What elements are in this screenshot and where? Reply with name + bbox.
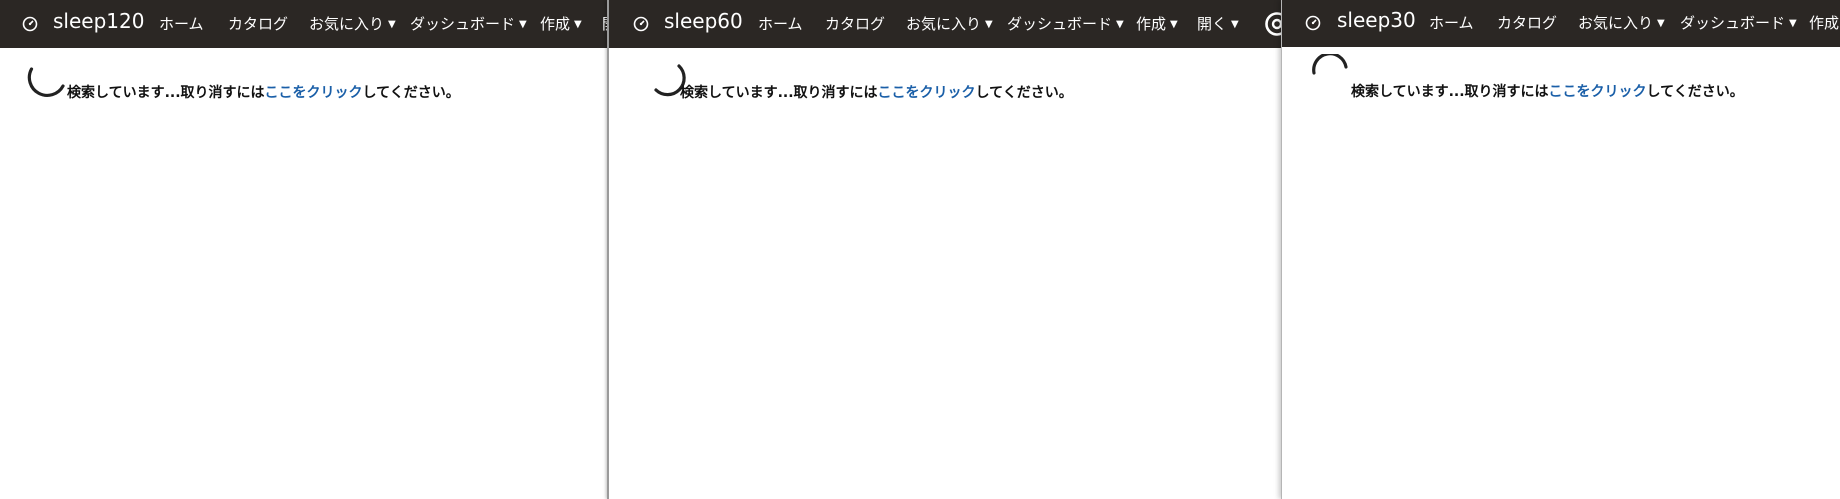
nav-home[interactable]: ホーム [758, 13, 803, 34]
nav-dashboard-menu[interactable]: ダッシュボード ▼ [1680, 12, 1797, 33]
nav-create-menu[interactable]: 作成 [1809, 12, 1839, 33]
app-title[interactable]: sleep120 [53, 9, 144, 33]
nav-create-label: 作成 [1136, 15, 1167, 33]
cancel-search-link[interactable]: ここをクリック [878, 85, 976, 101]
navbar: sleep120 ホーム カタログ お気に入り▼ ダッシュボード▼ 作成▼ 開 [0, 0, 609, 48]
caret-down-icon: ▼ [985, 19, 993, 30]
nav-favorites-menu[interactable]: お気に入り ▼ [906, 13, 993, 34]
search-status-message: 検索しています...取り消すにはここをクリックしてください。 [680, 82, 1073, 102]
loading-spinner-icon [27, 67, 65, 97]
loading-spinner-icon [1312, 54, 1348, 75]
status-text-end: してください。 [362, 85, 460, 101]
browser-window-sleep30: sleep30 ホーム カタログ お気に入り ▼ ダッシュボード ▼ 作成 検索して… [1281, 0, 1840, 499]
nav-catalog[interactable]: カタログ [1497, 12, 1557, 33]
nav-create-menu[interactable]: 作成 ▼ [540, 13, 582, 34]
gauge-icon[interactable] [20, 14, 40, 34]
nav-favorites-label: お気に入り [1578, 14, 1654, 32]
nav-dashboard-label: ダッシュボード [1680, 14, 1786, 32]
status-text: 検索しています...取り消すには [680, 85, 878, 101]
nav-dashboard-label: ダッシュボード [1007, 15, 1113, 33]
caret-down-icon: ▼ [1657, 18, 1665, 29]
search-status-message: 検索しています...取り消すにはここをクリックしてください。 [67, 82, 460, 102]
nav-dashboard-menu[interactable]: ダッシュボード ▼ [1007, 13, 1124, 34]
caret-down-icon: ▼ [1116, 19, 1124, 30]
app-title[interactable]: sleep30 [1337, 8, 1416, 32]
cancel-search-link[interactable]: ここをクリック [265, 85, 363, 101]
nav-open-label: 開く [1197, 15, 1228, 33]
search-status-message: 検索しています...取り消すにはここをクリックしてください。 [1351, 81, 1744, 101]
app-title[interactable]: sleep60 [664, 9, 743, 33]
nav-favorites-menu[interactable]: お気に入り ▼ [309, 13, 396, 34]
nav-favorites-label: お気に入り [906, 15, 982, 33]
nav-favorites-label: お気に入り [309, 15, 385, 33]
nav-dashboard-label: ダッシュボード [410, 15, 516, 33]
gauge-icon[interactable] [1303, 13, 1323, 33]
nav-catalog[interactable]: カタログ [228, 13, 288, 34]
status-text: 検索しています...取り消すには [67, 85, 265, 101]
navbar: sleep60 ホーム カタログ お気に入り ▼ ダッシュボード ▼ 作成 ▼ 開く ▼ [609, 0, 1285, 48]
browser-window-sleep120: sleep120 ホーム カタログ お気に入り▼ ダッシュボード▼ 作成▼ 開 … [0, 0, 609, 499]
nav-home[interactable]: ホーム [1429, 12, 1474, 33]
navbar: sleep30 ホーム カタログ お気に入り ▼ ダッシュボード ▼ 作成 [1282, 0, 1840, 47]
nav-home[interactable]: ホーム [159, 13, 204, 34]
gauge-icon[interactable] [631, 14, 651, 34]
status-text-end: してください。 [975, 85, 1073, 101]
caret-down-icon: ▼ [1231, 19, 1239, 30]
nav-dashboard-menu[interactable]: ダッシュボード ▼ [410, 13, 527, 34]
caret-down-icon: ▼ [574, 19, 582, 30]
nav-favorites-menu[interactable]: お気に入り ▼ [1578, 12, 1665, 33]
browser-window-sleep60: sleep60 ホーム カタログ お気に入り ▼ ダッシュボード ▼ 作成 ▼ 開く ▼… [607, 0, 1285, 499]
caret-down-icon: ▼ [1789, 18, 1797, 29]
nav-create-label: 作成 [540, 15, 571, 33]
nav-open-menu[interactable]: 開く ▼ [1197, 13, 1239, 34]
nav-catalog[interactable]: カタログ [825, 13, 885, 34]
caret-down-icon: ▼ [519, 19, 527, 30]
cancel-search-link[interactable]: ここをクリック [1549, 84, 1647, 100]
caret-down-icon: ▼ [1170, 19, 1178, 30]
status-text: 検索しています...取り消すには [1351, 84, 1549, 100]
status-text-end: してください。 [1646, 84, 1744, 100]
nav-create-menu[interactable]: 作成 ▼ [1136, 13, 1178, 34]
caret-down-icon: ▼ [388, 19, 396, 30]
